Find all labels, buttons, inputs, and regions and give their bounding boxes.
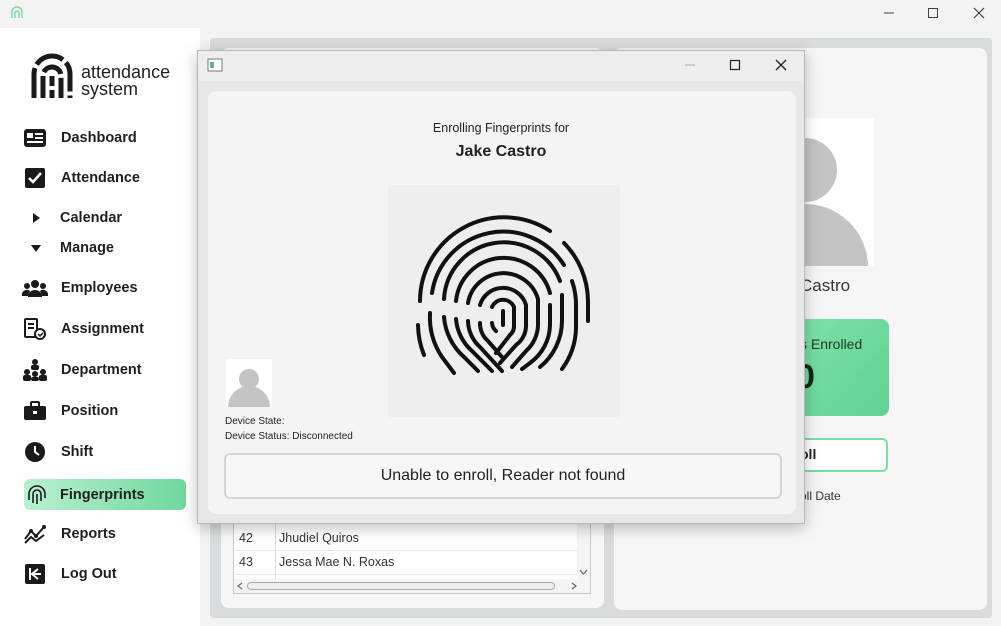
device-avatar bbox=[226, 359, 272, 407]
close-button[interactable] bbox=[967, 3, 991, 23]
brand-line-2: system bbox=[81, 79, 139, 99]
employee-table: 42 Jhudiel Quiros 43 Jessa Mae N. Roxas bbox=[233, 522, 591, 594]
fingerprint-icon bbox=[24, 483, 50, 507]
sidebar-item-label: Department bbox=[61, 362, 142, 378]
sidebar-item-fingerprints[interactable]: Fingerprints bbox=[24, 479, 186, 510]
chart-icon bbox=[22, 522, 48, 546]
maximize-icon bbox=[729, 59, 741, 71]
sidebar-item-label: Log Out bbox=[61, 566, 117, 582]
enroll-date-label: oll Date bbox=[800, 489, 841, 503]
sidebar-item-label: Position bbox=[61, 403, 119, 419]
horizontal-scrollbar[interactable] bbox=[234, 579, 590, 593]
table-row[interactable]: 43 Jessa Mae N. Roxas bbox=[235, 551, 578, 575]
sidebar-item-label: Fingerprints bbox=[60, 486, 145, 503]
dialog-titlebar bbox=[198, 51, 804, 81]
row-id: 42 bbox=[239, 531, 253, 545]
sidebar-item-employees[interactable]: Employees bbox=[22, 275, 138, 301]
scrollbar-thumb[interactable] bbox=[247, 582, 555, 590]
close-icon bbox=[973, 7, 985, 19]
caret-down-icon bbox=[26, 236, 46, 260]
scroll-right-icon bbox=[571, 582, 577, 590]
clock-icon bbox=[22, 440, 48, 464]
logout-icon bbox=[22, 562, 48, 586]
dashboard-icon bbox=[22, 126, 48, 150]
sidebar-item-label: Calendar bbox=[60, 210, 123, 226]
checkbox-icon bbox=[22, 166, 48, 190]
device-status-label: Device Status: Disconnected bbox=[225, 431, 353, 442]
vertical-scrollbar[interactable] bbox=[577, 523, 590, 579]
sidebar-item-logout[interactable]: Log Out bbox=[22, 561, 117, 587]
sidebar-item-attendance[interactable]: Attendance bbox=[22, 165, 140, 191]
avatar-placeholder-icon bbox=[228, 369, 270, 407]
sidebar-item-calendar[interactable]: Calendar bbox=[22, 205, 122, 231]
sidebar-item-dashboard[interactable]: Dashboard bbox=[22, 125, 137, 151]
row-id: 43 bbox=[239, 555, 253, 569]
minimize-icon bbox=[685, 64, 695, 66]
briefcase-icon bbox=[22, 399, 48, 423]
dialog-close-button[interactable] bbox=[769, 55, 793, 75]
sidebar-item-position[interactable]: Position bbox=[22, 398, 118, 424]
scroll-left-icon bbox=[237, 582, 243, 590]
caret-right-icon bbox=[26, 206, 46, 230]
scroll-down-icon bbox=[579, 569, 588, 575]
sidebar-item-assignment[interactable]: Assignment bbox=[22, 316, 144, 342]
sidebar-item-manage[interactable]: Manage bbox=[22, 235, 114, 261]
brand-logo-icon bbox=[31, 53, 73, 98]
fingerprints-enrolled-label: s Enrolled bbox=[800, 336, 863, 352]
sidebar-item-reports[interactable]: Reports bbox=[22, 521, 116, 547]
fingerprint-preview bbox=[388, 185, 620, 417]
dialog-maximize-button[interactable] bbox=[723, 55, 747, 75]
enroll-status-button[interactable]: Unable to enroll, Reader not found bbox=[224, 453, 782, 499]
dialog-app-icon bbox=[207, 58, 223, 72]
department-icon bbox=[22, 358, 48, 382]
sidebar-item-department[interactable]: Department bbox=[22, 357, 142, 383]
table-row[interactable]: 42 Jhudiel Quiros bbox=[235, 527, 578, 551]
close-icon bbox=[775, 59, 787, 71]
sidebar-item-label: Manage bbox=[60, 240, 114, 256]
employee-name: Castro bbox=[800, 276, 851, 295]
sidebar-item-label: Dashboard bbox=[61, 130, 137, 146]
main-titlebar bbox=[0, 0, 1001, 28]
minimize-button[interactable] bbox=[877, 3, 901, 23]
sidebar-item-shift[interactable]: Shift bbox=[22, 439, 93, 465]
sidebar-item-label: Employees bbox=[61, 280, 138, 296]
minimize-icon bbox=[884, 12, 894, 14]
sidebar-item-label: Assignment bbox=[61, 321, 144, 337]
users-icon bbox=[22, 276, 48, 300]
sidebar-item-label: Attendance bbox=[61, 170, 140, 186]
dialog-heading: Enrolling Fingerprints for bbox=[432, 121, 570, 135]
app-fingerprint-icon bbox=[11, 6, 23, 18]
sidebar-item-label: Reports bbox=[61, 526, 116, 542]
enroll-dialog: Enrolling Fingerprints for Jake Castro D… bbox=[197, 50, 805, 524]
maximize-icon bbox=[928, 8, 938, 18]
sidebar-item-label: Shift bbox=[61, 444, 94, 460]
dialog-minimize-button[interactable] bbox=[678, 55, 702, 75]
row-name: Jessa Mae N. Roxas bbox=[279, 555, 395, 569]
device-state-label: Device State: bbox=[225, 416, 285, 427]
maximize-button[interactable] bbox=[921, 3, 945, 23]
dialog-employee-name: Jake Castro bbox=[455, 143, 547, 160]
fingerprint-icon bbox=[416, 215, 590, 375]
brand-name: attendance system bbox=[81, 63, 170, 99]
row-name: Jhudiel Quiros bbox=[279, 531, 359, 545]
assignment-icon bbox=[22, 317, 48, 341]
